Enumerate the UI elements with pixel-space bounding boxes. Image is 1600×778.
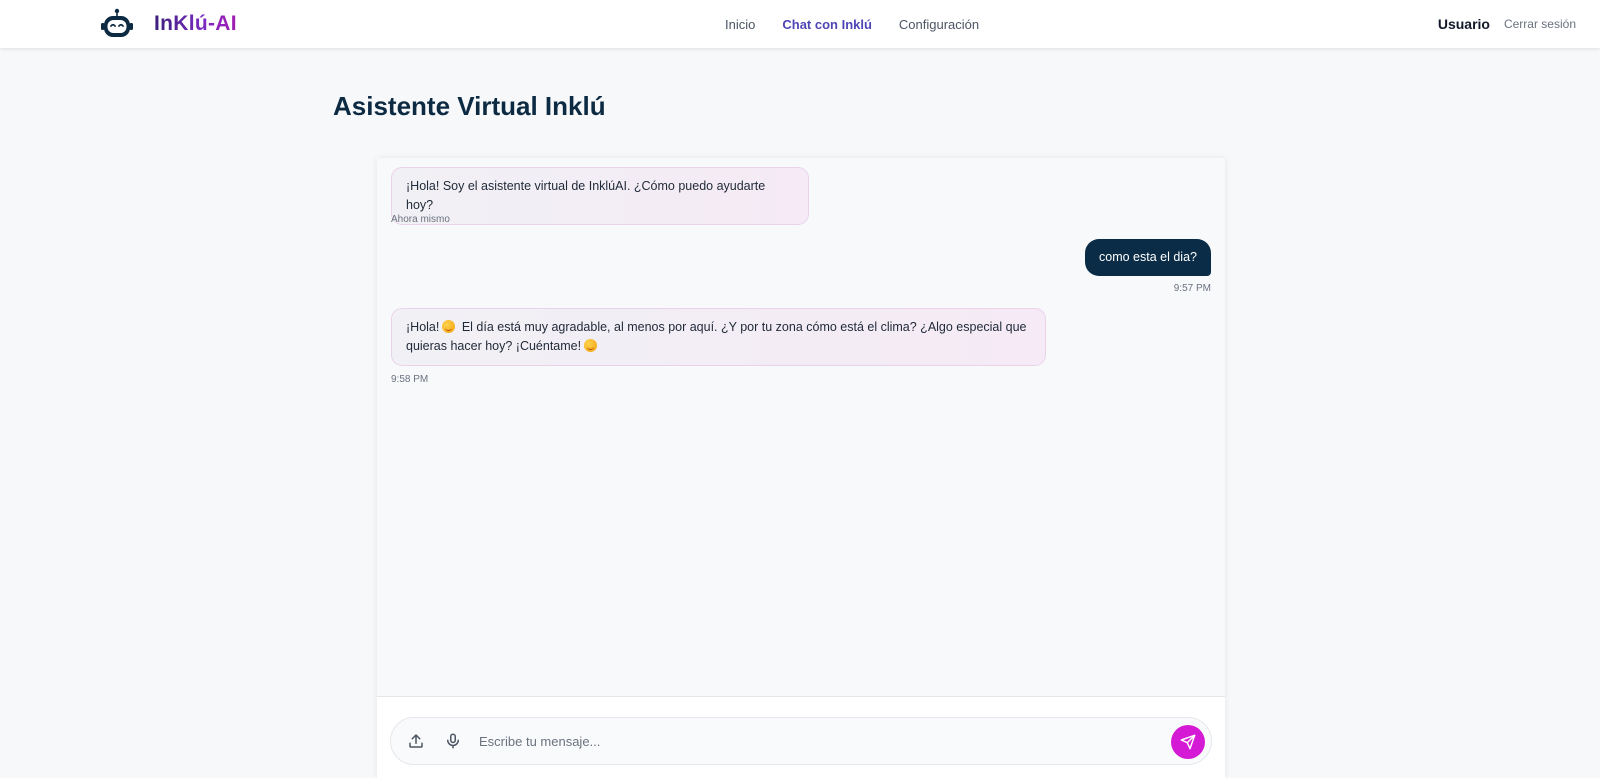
message-time: Ahora mismo <box>391 214 450 225</box>
microphone-icon <box>447 733 459 749</box>
send-button[interactable] <box>1171 725 1205 759</box>
top-navbar: InKlú-AI Inicio Chat con Inklú Configura… <box>0 0 1600 48</box>
upload-button[interactable] <box>405 730 427 752</box>
nav-link-inicio[interactable]: Inicio <box>725 17 755 32</box>
brand[interactable]: InKlú-AI <box>100 6 237 42</box>
message-time: 9:57 PM <box>1173 283 1211 294</box>
user-message: como esta el dia? <box>1085 239 1211 276</box>
nav-link-configuracion[interactable]: Configuración <box>899 17 979 32</box>
user-area: Usuario Cerrar sesión <box>1438 0 1576 48</box>
message-input[interactable] <box>477 728 1137 754</box>
bot-message: ¡Hola! Soy el asistente virtual de Inklú… <box>391 167 809 225</box>
user-name: Usuario <box>1437 16 1490 32</box>
message-list[interactable]: ¡Hola! Soy el asistente virtual de Inklú… <box>377 158 1225 696</box>
microphone-button[interactable] <box>442 730 464 752</box>
main-nav: Inicio Chat con Inklú Configuración <box>725 0 979 48</box>
brand-name: InKlú-AI <box>154 12 237 35</box>
logout-link[interactable]: Cerrar sesión <box>1504 17 1576 31</box>
message-text-greeting: ¡Hola! <box>406 320 440 334</box>
composer <box>377 696 1225 778</box>
composer-box <box>390 717 1212 765</box>
send-icon <box>1180 734 1196 750</box>
message-text: ¡Hola! Soy el asistente virtual de Inklú… <box>406 179 766 212</box>
nav-link-chat[interactable]: Chat con Inklú <box>782 17 872 32</box>
message-text: como esta el dia? <box>1099 250 1197 264</box>
message-time: 9:58 PM <box>391 374 429 385</box>
upload-icon <box>409 734 423 748</box>
smile-emoji-icon <box>442 320 456 333</box>
smile-emoji-icon <box>584 339 598 352</box>
bot-message: ¡Hola! El día está muy agradable, al men… <box>391 308 1046 366</box>
chat-panel: ¡Hola! Soy el asistente virtual de Inklú… <box>377 158 1225 778</box>
message-text-body: El día está muy agradable, al menos por … <box>406 320 1027 353</box>
robot-icon <box>101 8 133 37</box>
page-title: Asistente Virtual Inklú <box>333 91 606 121</box>
